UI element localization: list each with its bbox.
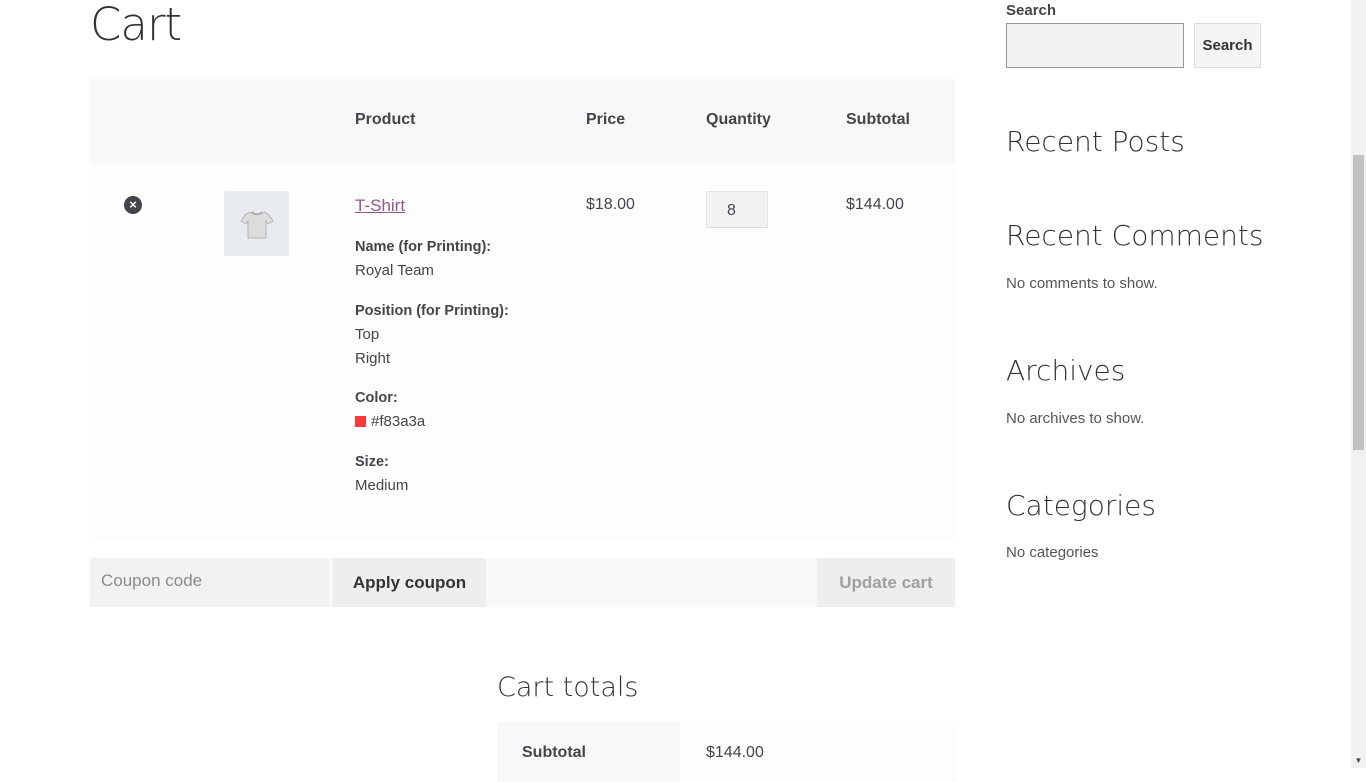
meta-label: Size: — [355, 454, 389, 470]
archives-title: Archives — [1006, 354, 1126, 387]
quantity-input[interactable]: 8 — [706, 191, 768, 228]
meta-label: Name (for Printing): — [355, 239, 492, 255]
totals-subtotal-label: Subtotal — [497, 722, 680, 782]
cart-table: Product Price Quantity Subtotal × T-Shir… — [90, 79, 955, 540]
product-thumbnail[interactable] — [224, 191, 289, 256]
header-price: Price — [586, 111, 626, 128]
remove-item-icon[interactable]: × — [124, 196, 142, 214]
meta-label: Position (for Printing): — [355, 303, 509, 319]
color-swatch — [355, 416, 366, 427]
meta-value: Top — [355, 326, 380, 343]
scroll-down-arrow-icon[interactable]: ▼ — [1351, 753, 1366, 768]
item-subtotal: $144.00 — [846, 196, 904, 213]
categories-empty: No categories — [1006, 544, 1099, 561]
meta-size: Size: Medium — [355, 450, 408, 498]
search-label: Search — [1006, 2, 1057, 19]
meta-label: Color: — [355, 390, 398, 406]
totals-subtotal-row: Subtotal $144.00 — [497, 722, 955, 782]
meta-printing-name: Name (for Printing): Royal Team — [355, 235, 491, 283]
page-title: Cart — [90, 0, 182, 51]
cart-totals-title: Cart totals — [497, 672, 639, 703]
search-button[interactable]: Search — [1194, 23, 1261, 68]
page-scrollbar[interactable]: ▼ — [1351, 0, 1366, 768]
categories-title: Categories — [1006, 489, 1156, 522]
recent-comments-empty: No comments to show. — [1006, 275, 1158, 292]
meta-value: Royal Team — [355, 262, 434, 279]
coupon-code-input[interactable]: Coupon code — [90, 558, 329, 607]
apply-coupon-button[interactable]: Apply coupon — [333, 558, 486, 607]
cart-item-row: × T-Shirt Name (for Printing): Royal Tea… — [90, 163, 955, 540]
update-cart-button[interactable]: Update cart — [817, 558, 955, 607]
archives-empty: No archives to show. — [1006, 410, 1145, 427]
meta-value: Medium — [355, 477, 409, 494]
cart-table-header: Product Price Quantity Subtotal — [90, 79, 955, 163]
meta-value: #f83a3a — [371, 413, 426, 430]
header-subtotal: Subtotal — [846, 111, 910, 128]
tshirt-icon — [239, 210, 274, 238]
recent-posts-title: Recent Posts — [1006, 125, 1185, 158]
totals-subtotal-value: $144.00 — [680, 722, 955, 782]
header-quantity: Quantity — [706, 111, 771, 128]
scrollbar-thumb[interactable] — [1353, 155, 1364, 450]
recent-comments-title: Recent Comments — [1006, 219, 1264, 252]
header-product: Product — [355, 111, 416, 128]
meta-color: Color: #f83a3a — [355, 386, 425, 434]
meta-printing-position: Position (for Printing): Top Right — [355, 299, 509, 371]
meta-value: Right — [355, 350, 391, 367]
item-price: $18.00 — [586, 196, 635, 213]
cart-actions: Coupon code Apply coupon Update cart — [90, 558, 955, 607]
search-input[interactable] — [1006, 23, 1184, 68]
product-name-link[interactable]: T-Shirt — [355, 196, 405, 216]
